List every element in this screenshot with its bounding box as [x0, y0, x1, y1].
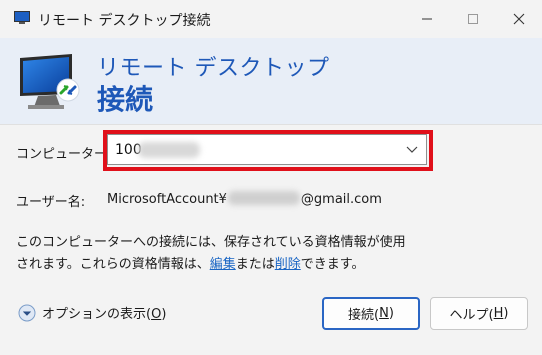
close-button[interactable] [496, 0, 542, 38]
options-label: オプションの表示(O) [42, 303, 166, 322]
redacted-ip [138, 142, 200, 158]
maximize-icon [468, 14, 478, 24]
info-text-middle: または [235, 257, 275, 272]
computer-combobox[interactable]: 100 [107, 134, 427, 165]
help-label-accesskey: H [493, 306, 504, 321]
expand-circle-icon [18, 304, 36, 321]
remote-desktop-app-icon [14, 11, 30, 24]
connect-label-prefix: 接続( [348, 308, 380, 323]
banner-title-line2: 接続 [97, 83, 154, 116]
username-value: MicrosoftAccount¥ @gmail.com [107, 191, 382, 207]
chevron-down-icon[interactable] [406, 144, 418, 154]
connect-label-accesskey: N [379, 306, 389, 321]
options-label-accesskey: O [151, 307, 162, 322]
banner-divider [0, 124, 542, 125]
credentials-info: このコンピューターへの接続には、保存されている資格情報が使用されます。これらの資… [16, 232, 406, 276]
computer-label-prefix: コンピューター( [16, 147, 113, 162]
help-button[interactable]: ヘルプ(H) [430, 297, 528, 330]
username-suffix: @gmail.com [300, 192, 382, 207]
close-icon [513, 13, 525, 25]
remote-desktop-monitor-icon [20, 54, 80, 109]
username-label: ユーザー名: [16, 195, 86, 210]
minimize-button[interactable] [404, 0, 450, 38]
help-label-prefix: ヘルプ( [449, 308, 494, 323]
options-label-prefix: オプションの表示( [42, 307, 152, 322]
connect-label-suffix: ) [388, 306, 394, 321]
show-options-toggle[interactable]: オプションの表示(O) [18, 303, 166, 322]
info-text-end: できます。 [300, 257, 365, 272]
help-label-suffix: ) [503, 306, 509, 321]
delete-link[interactable]: 削除 [275, 257, 301, 272]
edit-link[interactable]: 編集 [210, 257, 236, 272]
minimize-icon [422, 18, 432, 20]
maximize-button[interactable] [450, 0, 496, 38]
options-label-suffix: ) [161, 307, 167, 322]
remote-desktop-window: リモート デスクトップ接続 リモート デスクトップ 接続 コンピューター(C [0, 0, 542, 355]
window-title: リモート デスクトップ接続 [38, 13, 211, 29]
connect-button[interactable]: 接続(N) [322, 297, 420, 330]
title-bar: リモート デスクトップ接続 [0, 0, 542, 38]
redacted-username [227, 191, 300, 205]
username-prefix: MicrosoftAccount¥ [107, 192, 227, 207]
